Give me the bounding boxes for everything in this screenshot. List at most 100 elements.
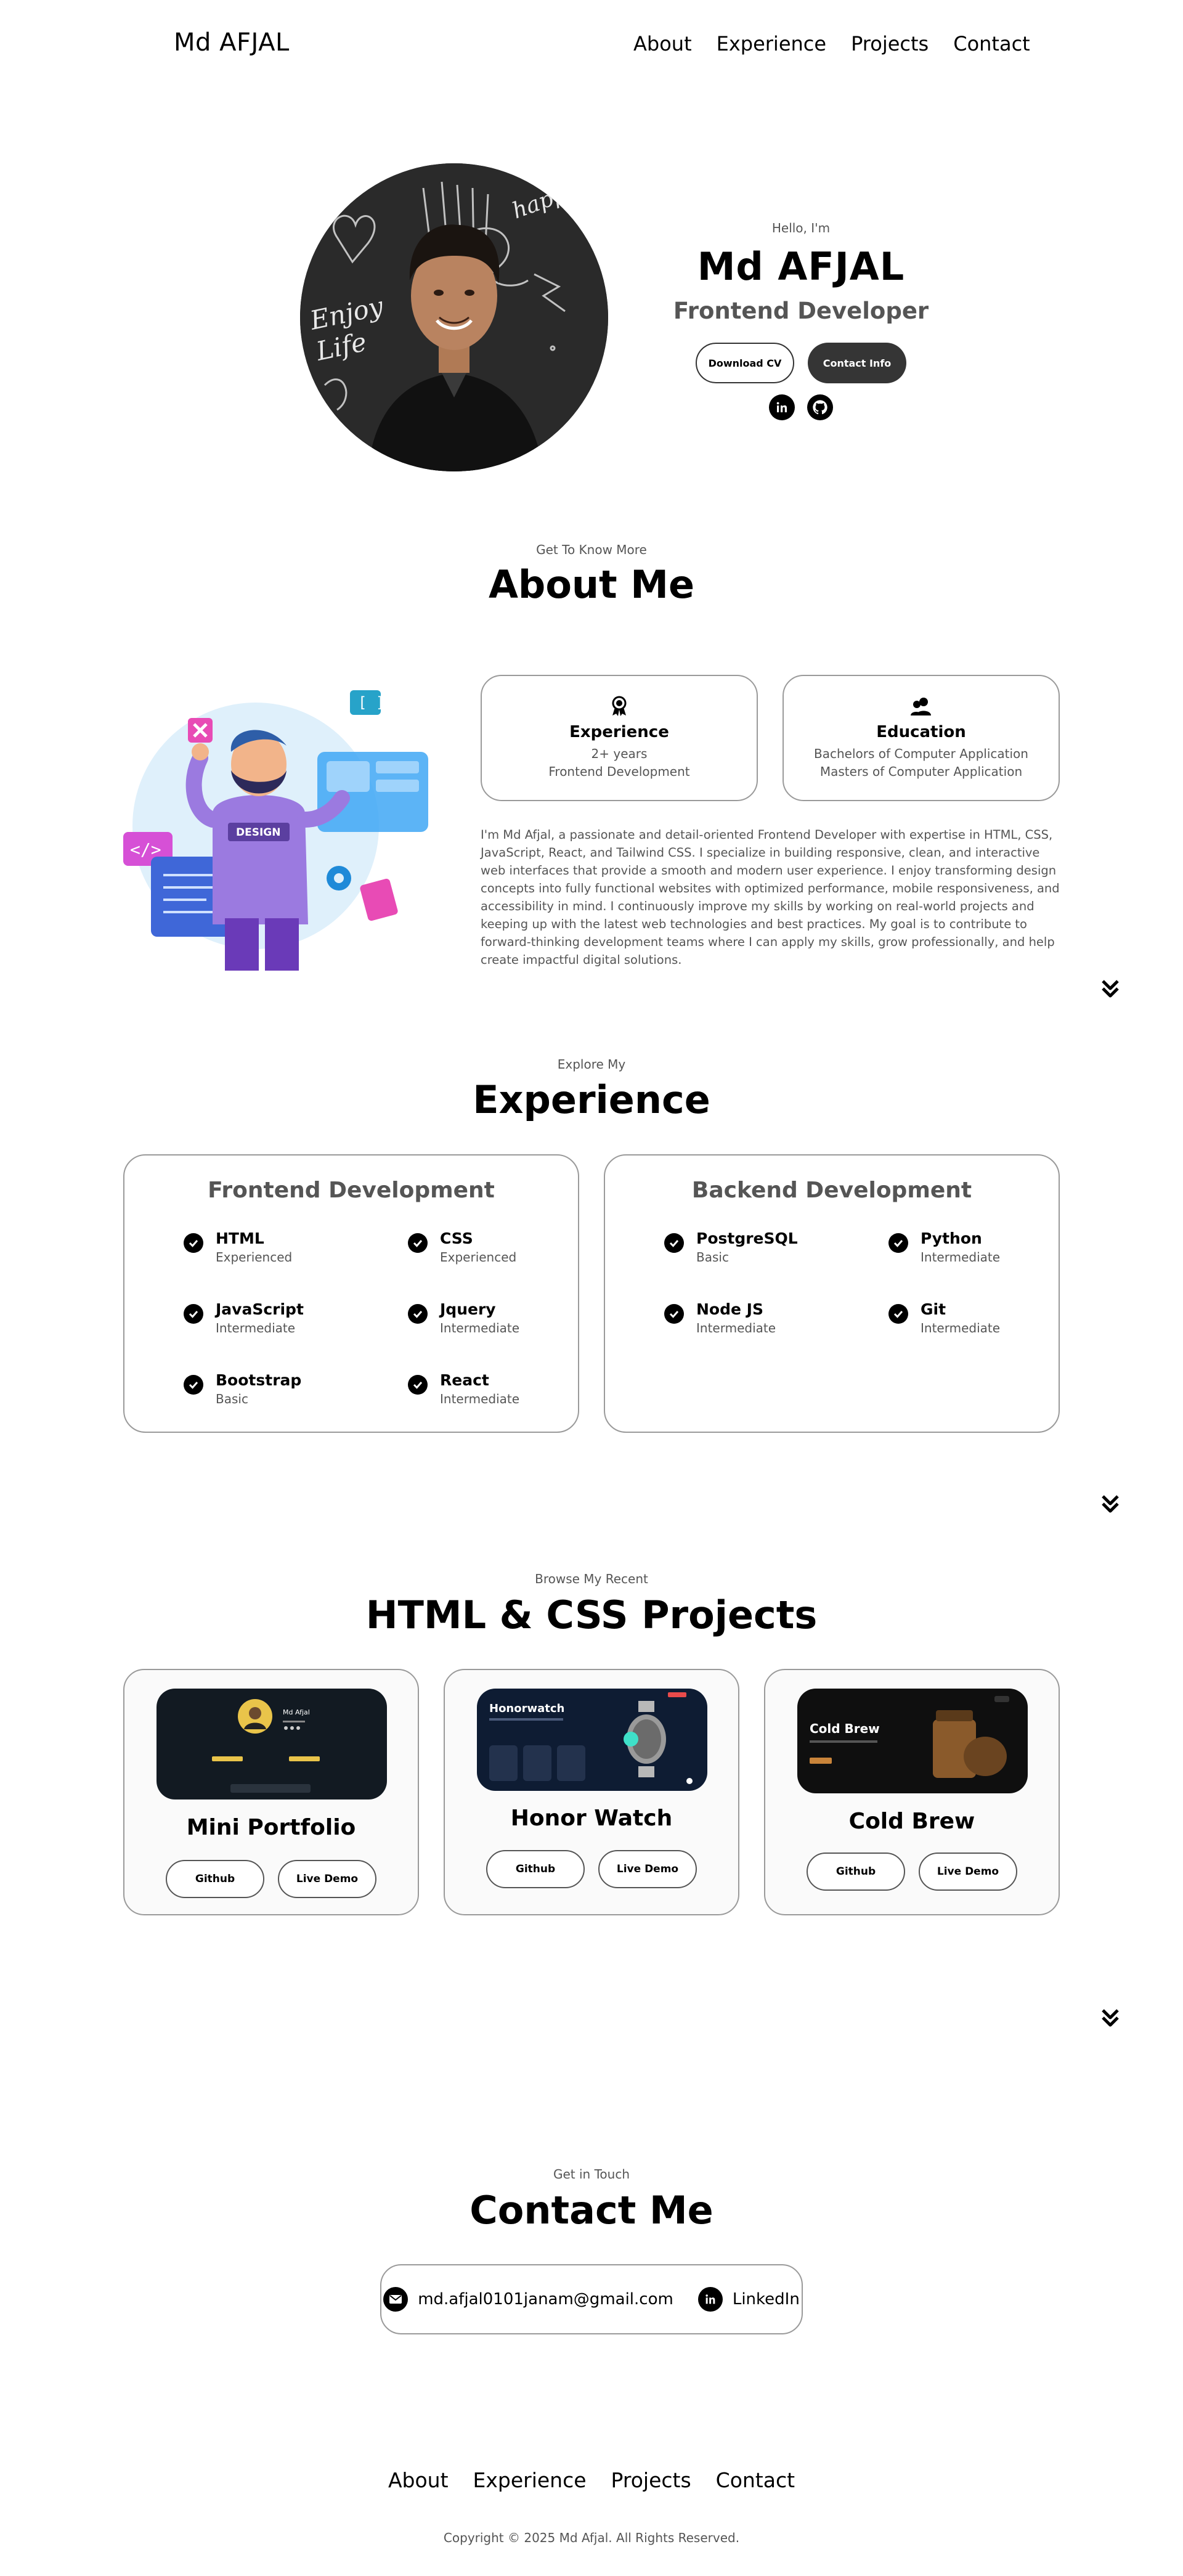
skill-name: Git — [921, 1300, 946, 1318]
profile-photo: Enjoy Life happy — [300, 163, 608, 471]
footer-nav: About Experience Projects Contact — [0, 2468, 1183, 2492]
live-demo-button[interactable]: Live Demo — [598, 1850, 697, 1888]
scroll-down-arrow-icon[interactable] — [1099, 977, 1121, 1000]
linkedin-icon — [697, 2287, 723, 2312]
project-card-mini-portfolio: Md Afjal Mini Portfolio Github Live Demo — [123, 1669, 419, 1915]
project-card-honor-watch: Honorwatch Honor Watch Github Live Demo — [444, 1669, 739, 1915]
about-subtitle: Get To Know More — [536, 542, 647, 557]
skill-level: Intermediate — [696, 1321, 776, 1335]
scroll-down-arrow-icon[interactable] — [1099, 2007, 1121, 2029]
users-icon — [911, 698, 931, 715]
project-title: Honor Watch — [510, 1806, 673, 1831]
education-bachelors: Bachelors of Computer Application — [814, 746, 1028, 761]
footer-link-about[interactable]: About — [388, 2468, 449, 2492]
svg-text:[ ]: [ ] — [358, 694, 384, 711]
hero-text: Hello, I'm Md AFJAL Frontend Developer D… — [665, 216, 937, 420]
download-cv-button[interactable]: Download CV — [696, 343, 794, 383]
education-card: Education Bachelors of Computer Applicat… — [783, 675, 1060, 801]
skill-css: CSS Experienced — [408, 1229, 516, 1265]
check-icon — [184, 1233, 203, 1253]
contact-email[interactable]: md.afjal0101janam@gmail.com — [383, 2287, 673, 2312]
github-icon[interactable] — [807, 394, 833, 420]
about-title: About Me — [488, 562, 695, 607]
check-icon — [408, 1304, 428, 1324]
skill-level: Experienced — [440, 1250, 517, 1265]
illustration-badge-text: DESIGN — [236, 826, 280, 839]
skill-name: PostgreSQL — [696, 1229, 798, 1247]
github-button[interactable]: Github — [166, 1860, 264, 1898]
skill-git: Git Intermediate — [888, 1300, 1000, 1335]
footer-link-projects[interactable]: Projects — [611, 2468, 691, 2492]
footer-link-contact[interactable]: Contact — [716, 2468, 795, 2492]
skill-name: React — [440, 1371, 489, 1389]
check-icon — [408, 1233, 428, 1253]
skill-level: Basic — [696, 1250, 729, 1265]
nav-link-experience[interactable]: Experience — [717, 32, 826, 55]
hero-buttons: Download CV Contact Info — [665, 343, 937, 383]
live-demo-button[interactable]: Live Demo — [278, 1860, 376, 1898]
github-button[interactable]: Github — [486, 1850, 585, 1888]
projects-subtitle: Browse My Recent — [535, 1571, 648, 1586]
skill-javascript: JavaScript Intermediate — [184, 1300, 304, 1335]
site-logo[interactable]: Md AFJAL — [174, 28, 290, 57]
skill-level: Intermediate — [921, 1250, 1001, 1265]
project-thumbnail[interactable]: Honorwatch — [477, 1689, 707, 1791]
skill-name: Node JS — [696, 1300, 763, 1318]
experience-card-title: Experience — [569, 723, 669, 741]
education-card-title: Education — [876, 723, 966, 741]
contact-linkedin[interactable]: LinkedIn — [697, 2287, 800, 2312]
live-demo-button[interactable]: Live Demo — [919, 1853, 1017, 1891]
contact-info-button[interactable]: Contact Info — [808, 343, 906, 383]
github-button[interactable]: Github — [807, 1853, 905, 1891]
projects-title: HTML & CSS Projects — [365, 1592, 818, 1637]
skill-name: Python — [921, 1229, 982, 1247]
skill-bootstrap: Bootstrap Basic — [184, 1371, 301, 1406]
experience-years: 2+ years — [591, 746, 648, 761]
nav-link-projects[interactable]: Projects — [851, 32, 929, 55]
nav-links: About Experience Projects Contact — [633, 32, 1030, 55]
frontend-card: Frontend Development HTML Experienced CSS… — [123, 1154, 579, 1433]
project-thumbnail[interactable]: Cold Brew — [797, 1689, 1028, 1793]
skill-nodejs: Node JS Intermediate — [664, 1300, 776, 1335]
check-icon — [184, 1304, 203, 1324]
contact-title: Contact Me — [470, 2188, 713, 2233]
experience-title: Experience — [473, 1077, 710, 1122]
hero-greeting: Hello, I'm — [771, 221, 831, 235]
about-bio: I'm Md Afjal, a passionate and detail-or… — [481, 828, 1060, 967]
contact-linkedin-text[interactable]: LinkedIn — [733, 2290, 800, 2309]
skill-name: HTML — [216, 1229, 264, 1247]
check-icon — [184, 1375, 203, 1395]
skill-react: React Intermediate — [408, 1371, 519, 1406]
skill-level: Intermediate — [216, 1321, 296, 1335]
check-icon — [664, 1304, 684, 1324]
scroll-down-arrow-icon[interactable] — [1099, 1493, 1121, 1515]
skill-level: Intermediate — [440, 1321, 520, 1335]
skill-name: JavaScript — [216, 1300, 304, 1318]
designer-illustration: [ ] </> DESIGN — [120, 678, 441, 974]
check-icon — [888, 1233, 908, 1253]
check-icon — [888, 1304, 908, 1324]
linkedin-icon[interactable] — [769, 394, 795, 420]
svg-text:</>: </> — [130, 839, 161, 860]
education-masters: Masters of Computer Application — [819, 764, 1023, 779]
project-buttons: Github Live Demo — [445, 1850, 738, 1888]
nav-link-contact[interactable]: Contact — [953, 32, 1030, 55]
thumb-caption: Md Afjal — [283, 1708, 310, 1716]
education-card-detail: Bachelors of Computer Application Master… — [784, 745, 1059, 781]
contact-subtitle: Get in Touch — [553, 2167, 630, 2182]
contact-email-text[interactable]: md.afjal0101janam@gmail.com — [418, 2290, 673, 2309]
project-title: Cold Brew — [848, 1809, 975, 1834]
top-nav: Md AFJAL About Experience Projects Conta… — [0, 0, 1183, 92]
hero-name: Md AFJAL — [697, 244, 905, 289]
hero-role: Frontend Developer — [673, 298, 929, 324]
award-icon — [612, 696, 627, 716]
nav-link-about[interactable]: About — [633, 32, 692, 55]
project-thumbnail[interactable]: Md Afjal — [157, 1689, 387, 1800]
skill-python: Python Intermediate — [888, 1229, 1000, 1265]
footer-link-experience[interactable]: Experience — [473, 2468, 587, 2492]
experience-field: Frontend Development — [548, 764, 690, 779]
skill-level: Basic — [216, 1392, 248, 1406]
check-icon — [664, 1233, 684, 1253]
skill-level: Intermediate — [921, 1321, 1001, 1335]
skill-name: Bootstrap — [216, 1371, 302, 1389]
